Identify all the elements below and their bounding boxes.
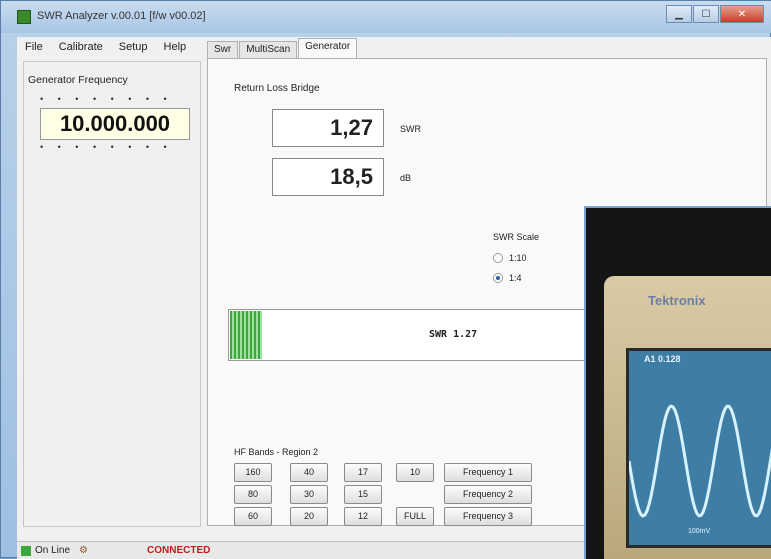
scale-option-1-10[interactable]: 1:10 (493, 253, 527, 263)
decrement-dots[interactable]: • • • • • • • • (40, 142, 173, 152)
radio-selected-icon[interactable] (493, 273, 503, 283)
frequency-3-button[interactable]: Frequency 3 (444, 507, 532, 526)
swr-scale-label: SWR Scale (493, 232, 540, 242)
band-12-button[interactable]: 12 (344, 507, 382, 526)
close-icon: ✕ (737, 8, 747, 20)
window-controls: ▁ ☐ ✕ (665, 5, 764, 23)
title-bar[interactable]: SWR Analyzer v.00.01 [f/w v00.02] ▁ ☐ ✕ (1, 1, 771, 33)
oscilloscope-readout: A1 0.128 (644, 354, 681, 364)
hf-bands-label: HF Bands - Region 2 (234, 447, 319, 457)
menu-file[interactable]: File (17, 41, 51, 53)
close-button[interactable]: ✕ (720, 5, 764, 23)
online-status: On Line (35, 545, 71, 556)
menu-help[interactable]: Help (156, 41, 195, 53)
band-160-button[interactable]: 160 (234, 463, 272, 482)
generator-frequency-label: Generator Frequency (28, 74, 128, 86)
window-title: SWR Analyzer v.00.01 [f/w v00.02] (37, 10, 206, 22)
band-full-button[interactable]: FULL (396, 507, 434, 526)
swr-meter-text: SWR 1.27 (429, 329, 478, 340)
menu-calibrate[interactable]: Calibrate (51, 41, 111, 53)
scale-option-label: 1:10 (509, 253, 527, 263)
connection-status: CONNECTED (147, 545, 211, 556)
radio-icon[interactable] (493, 253, 503, 263)
menu-bar: File Calibrate Setup Help (17, 37, 207, 57)
app-icon (17, 10, 31, 24)
menu-setup[interactable]: Setup (111, 41, 156, 53)
device-icon: ⚙ (79, 545, 88, 556)
db-unit: dB (400, 173, 412, 183)
swr-meter-fill (230, 311, 262, 359)
swr-unit: SWR (400, 124, 421, 134)
frequency-1-button[interactable]: Frequency 1 (444, 463, 532, 482)
frequency-panel: Generator Frequency • • • • • • • • 10.0… (23, 61, 201, 527)
app-window: SWR Analyzer v.00.01 [f/w v00.02] ▁ ☐ ✕ … (0, 0, 771, 559)
band-20-button[interactable]: 20 (290, 507, 328, 526)
swr-value: 1,27 (272, 109, 384, 147)
oscilloscope-screen (626, 348, 771, 548)
tab-strip: Swr MultiScan Generator (207, 37, 358, 59)
minimize-button[interactable]: ▁ (666, 5, 692, 23)
minimize-icon: ▁ (675, 8, 683, 20)
band-17-button[interactable]: 17 (344, 463, 382, 482)
tab-multiscan[interactable]: MultiScan (239, 41, 298, 59)
scale-option-label: 1:4 (509, 273, 522, 283)
swr-meter: SWR 1.27 (228, 309, 588, 361)
oscilloscope-brand: Tektronix (648, 293, 706, 308)
tab-swr[interactable]: Swr (207, 41, 239, 59)
scale-option-1-4[interactable]: 1:4 (493, 273, 522, 283)
band-15-button[interactable]: 15 (344, 485, 382, 504)
band-30-button[interactable]: 30 (290, 485, 328, 504)
db-value: 18,5 (272, 158, 384, 196)
frequency-2-button[interactable]: Frequency 2 (444, 485, 532, 504)
maximize-icon: ☐ (701, 8, 711, 20)
increment-dots[interactable]: • • • • • • • • (40, 94, 173, 104)
oscilloscope-scale: 100mV (688, 528, 711, 535)
maximize-button[interactable]: ☐ (693, 5, 719, 23)
band-60-button[interactable]: 60 (234, 507, 272, 526)
return-loss-bridge-label: Return Loss Bridge (234, 83, 320, 94)
band-80-button[interactable]: 80 (234, 485, 272, 504)
band-10-button[interactable]: 10 (396, 463, 434, 482)
frequency-display[interactable]: 10.000.000 (40, 108, 190, 140)
tab-generator[interactable]: Generator (298, 38, 358, 59)
oscilloscope-photo: Tektronix A1 0.128 100mV (584, 206, 771, 559)
band-40-button[interactable]: 40 (290, 463, 328, 482)
online-led-icon (21, 546, 31, 556)
sine-wave-trace (627, 404, 771, 518)
